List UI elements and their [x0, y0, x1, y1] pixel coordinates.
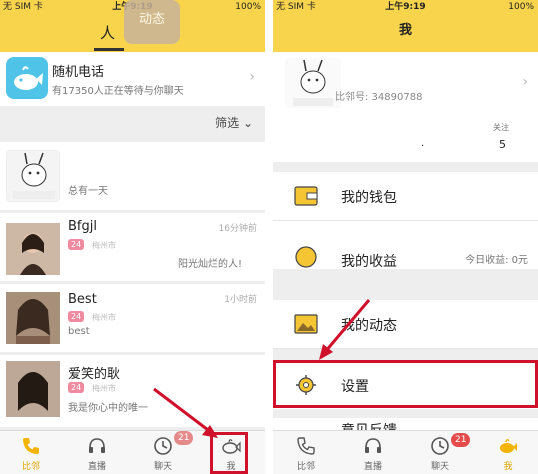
clock: 上午9:19	[385, 2, 426, 12]
list-item[interactable]: Bfgjl 24 梅州市 阳光灿烂的人! 16分钟前	[0, 213, 265, 281]
menu-income-label: 我的收益	[341, 254, 397, 269]
divider	[273, 348, 538, 349]
list-item-city: 梅州市	[92, 384, 116, 393]
tab-nearby-label: 比邻	[21, 462, 40, 472]
tab-live-label: 直播	[363, 462, 382, 472]
tab-people[interactable]: 人	[100, 22, 115, 43]
age-badge: 24	[68, 239, 85, 250]
clock-icon	[154, 437, 172, 455]
left-screen: 无 SIM 卡 上午9:19 100% 人 动态 随机电话 有17350人正在等…	[0, 0, 265, 474]
whale-icon	[500, 439, 517, 453]
bottom-tab-bar: 比邻 直播 聊天 21 我	[273, 430, 538, 474]
list-item-message: 阳光灿烂的人!	[178, 259, 243, 270]
list-item-name: 爱笑的耿	[68, 367, 121, 382]
clock-icon	[431, 437, 449, 455]
avatar	[285, 58, 341, 108]
highlight-box-me-tab	[210, 432, 248, 474]
tab-live[interactable]: 直播	[72, 435, 122, 472]
tab-nearby-label: 比邻	[296, 462, 315, 472]
whale-icon	[6, 57, 48, 99]
headset-icon	[89, 438, 105, 453]
income-today: 今日收益: 0元	[465, 255, 528, 266]
chevron-right-icon: ›	[249, 69, 255, 85]
tab-chat-label: 聊天	[430, 462, 449, 472]
avatar	[6, 223, 60, 275]
filter-button[interactable]: 筛选 ⌄	[215, 114, 253, 131]
wallet-icon	[294, 186, 318, 206]
list-item[interactable]: Best 24 梅州市 best 1小时前	[0, 284, 265, 352]
random-call-title: 随机电话	[52, 65, 105, 80]
highlight-box-settings	[273, 360, 538, 408]
chat-unread-badge: 21	[174, 431, 194, 445]
tab-chat-label: 聊天	[153, 462, 172, 472]
avatar	[6, 361, 60, 417]
menu-dynamics[interactable]: 我的动态	[273, 300, 538, 348]
filter-label: 筛选	[215, 116, 240, 130]
filter-bar: 筛选 ⌄	[0, 108, 265, 136]
tab-dynamics[interactable]: 动态	[124, 0, 180, 44]
panel-gap	[265, 0, 273, 474]
list-item-time: 16分钟前	[218, 224, 257, 234]
tab-me[interactable]: 我	[483, 435, 533, 472]
list-item-time: 1小时前	[224, 295, 257, 305]
battery: 100%	[508, 2, 534, 12]
avatar	[6, 150, 60, 202]
headset-icon	[365, 438, 381, 453]
chevron-down-icon: ⌄	[242, 116, 253, 130]
right-screen: 无 SIM 卡 上午9:19 100% 我 比邻号: 34890788 › 关注…	[273, 0, 538, 474]
coin-icon	[295, 246, 317, 268]
tab-nearby[interactable]: 比邻	[281, 435, 331, 472]
page-title: 我	[273, 14, 538, 52]
phone-icon	[297, 437, 315, 455]
chat-unread-badge: 21	[451, 433, 471, 447]
picture-icon	[294, 314, 318, 334]
tab-me-label: 我	[503, 462, 513, 472]
follow-count[interactable]: 5	[499, 138, 506, 151]
phone-icon	[23, 438, 39, 454]
follow-label: 关注	[493, 123, 509, 132]
list-item[interactable]: 总有一天	[0, 142, 265, 210]
age-badge: 24	[68, 382, 85, 393]
menu-wallet-label: 我的钱包	[341, 190, 397, 206]
list-item-name: Bfgjl	[68, 219, 97, 234]
profile-dot: .	[421, 138, 425, 149]
age-badge: 24	[68, 311, 85, 322]
tab-nearby[interactable]: 比邻	[6, 435, 56, 472]
random-call-subtitle: 有17350人正在等待与你聊天	[52, 86, 184, 97]
menu-dynamics-label: 我的动态	[341, 318, 397, 334]
status-bar: 无 SIM 卡 上午9:19 100%	[273, 0, 538, 14]
list-item[interactable]: 爱笑的耿 24 梅州市 我是你心中的唯一	[0, 355, 265, 427]
menu-wallet[interactable]: 我的钱包	[273, 172, 538, 220]
menu-income[interactable]: 我的收益 今日收益: 0元	[273, 221, 538, 269]
list-item-message: 我是你心中的唯一	[68, 403, 148, 414]
tab-live-label: 直播	[87, 462, 106, 472]
chevron-right-icon: ›	[522, 74, 528, 90]
list-item-message: best	[68, 326, 90, 337]
tab-live[interactable]: 直播	[348, 435, 398, 472]
tab-underline	[94, 48, 124, 51]
avatar	[6, 292, 60, 344]
random-call-row[interactable]: 随机电话 有17350人正在等待与你聊天 ›	[0, 52, 265, 106]
battery: 100%	[235, 2, 261, 12]
list-item-city: 梅州市	[92, 313, 116, 322]
list-item-city: 梅州市	[92, 241, 116, 250]
profile-card[interactable]: 比邻号: 34890788 › 关注 5 .	[273, 52, 538, 162]
list-item-name: Best	[68, 292, 97, 307]
list-item-message: 总有一天	[68, 186, 108, 197]
profile-id: 比邻号: 34890788	[335, 92, 423, 103]
